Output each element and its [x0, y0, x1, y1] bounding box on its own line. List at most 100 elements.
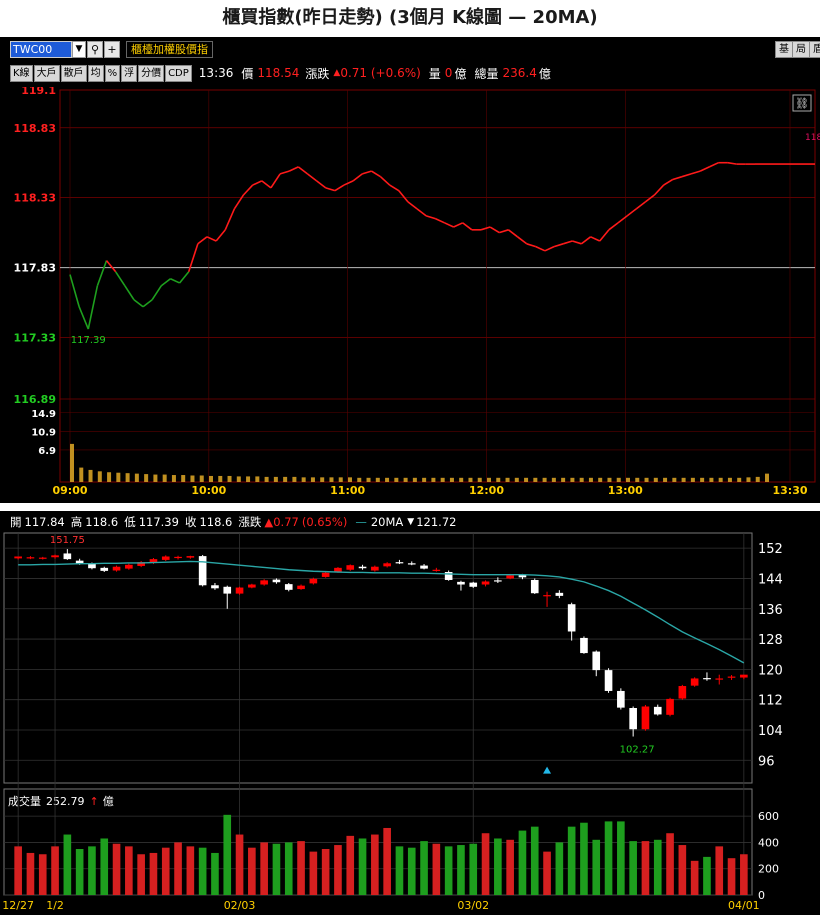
intraday-panel: TWC00 ▼ ⚲ + 櫃檯加權股價指 基 局 盾 K線 大戶 散戶 均 % 浮…	[0, 37, 820, 503]
price-line-segment	[352, 173, 363, 182]
page-title: 櫃買指數(昨日走勢) (3個月 K線圖 — 20MA)	[222, 7, 598, 28]
volume-bar	[672, 477, 677, 482]
candle-body	[666, 698, 674, 715]
mode-toolbar: K線 大戶 散戶 均 % 浮 分價 CDP 13:36 價 118.54 漲跌 …	[10, 63, 551, 83]
retail-button[interactable]: 散戶	[60, 64, 87, 82]
total-label: 總量	[474, 66, 499, 81]
price-line-segment	[708, 161, 719, 168]
candle-body	[690, 678, 699, 686]
low-label: 117.39	[71, 335, 106, 346]
candle-body	[223, 586, 232, 594]
volume-bar	[551, 477, 556, 482]
candle-body	[494, 580, 502, 582]
price-line-segment	[590, 236, 601, 242]
candle-body	[617, 690, 625, 708]
candle-body	[174, 556, 182, 559]
volume-bar	[338, 477, 343, 482]
volume-bar	[171, 475, 176, 482]
intraday-chart: 119.1 118.83 118.33 117.83 117.33 116.89 09:00…	[14, 87, 820, 497]
candle-body	[592, 651, 601, 671]
price-line-segment	[553, 243, 564, 248]
volume-bar	[703, 856, 711, 895]
x-tick-label: 1/2	[46, 899, 64, 912]
price-line-segment	[663, 178, 674, 186]
candle-body	[457, 581, 465, 585]
price-line-segment	[178, 271, 190, 284]
candle-body	[309, 578, 318, 584]
candle-body	[567, 604, 576, 632]
volume-bar	[561, 477, 566, 482]
big-holder-button[interactable]: 大戶	[33, 64, 60, 82]
kline-button[interactable]: K線	[10, 64, 33, 82]
y-tick-label: 117.33	[14, 331, 56, 344]
volume-bar	[107, 472, 112, 482]
layout-button[interactable]: 局	[792, 41, 810, 58]
volume-bar	[727, 858, 736, 895]
candle-body	[371, 566, 379, 571]
candle-body	[715, 678, 724, 680]
percent-button[interactable]: %	[104, 64, 121, 82]
price-line-segment	[653, 184, 665, 196]
volume-bar	[718, 477, 723, 482]
volume-bar	[663, 477, 668, 482]
price-line-segment	[78, 306, 90, 330]
candle-body	[629, 708, 637, 730]
total-value: 236.4	[502, 66, 537, 80]
float-button[interactable]: 浮	[121, 64, 138, 82]
volume-bar	[310, 477, 315, 482]
right-edge-label: 118	[805, 133, 820, 143]
volume-bar	[246, 476, 251, 482]
price-line-segment	[124, 285, 135, 301]
y-tick-label: 119.1	[21, 87, 56, 97]
volume-bar	[681, 477, 686, 482]
cdp-button[interactable]: CDP	[165, 64, 192, 82]
volume-bar	[533, 477, 538, 482]
min-price-label: 102.27	[620, 745, 655, 756]
price-dist-button[interactable]: 分價	[138, 64, 165, 82]
price-line-segment	[242, 184, 254, 196]
shield-button[interactable]: 盾	[809, 41, 820, 58]
candle-body	[506, 575, 514, 579]
candle-body	[678, 686, 687, 699]
price-line-segment	[87, 285, 99, 330]
candle-body	[407, 563, 416, 565]
symbol-input[interactable]: TWC00	[10, 40, 72, 58]
index-name-label: 櫃檯加權股價指	[126, 40, 213, 58]
price-line-segment	[699, 166, 710, 172]
vol-tick-label: 14.9	[31, 409, 56, 420]
candle-body	[395, 562, 404, 564]
volume-bar	[161, 847, 170, 895]
chevron-down-icon[interactable]: ▼	[72, 40, 86, 58]
volume-bar	[236, 476, 241, 482]
basic-button[interactable]: 基	[775, 41, 793, 58]
candle-body	[555, 592, 564, 596]
x-tick-label: 10:00	[191, 484, 226, 497]
y-tick-label: 118.83	[14, 122, 56, 135]
volume-bar	[469, 843, 478, 895]
price-line-segment	[453, 222, 464, 228]
volume-bar	[260, 842, 268, 895]
price-line-segment	[562, 240, 573, 245]
candle-body	[432, 569, 441, 571]
price-line-segment	[133, 299, 144, 308]
volume-bar	[635, 477, 640, 482]
vol-tick-label: 200	[758, 863, 779, 876]
average-button[interactable]: 均	[87, 64, 104, 82]
price-line-segment	[96, 260, 108, 287]
volume-bar	[496, 477, 501, 482]
y-tick-label: 128	[758, 633, 783, 648]
price-line-segment	[644, 194, 656, 203]
link-icon-glyph: ⛓	[795, 97, 809, 110]
price-line-segment	[370, 170, 381, 178]
volume-bar	[112, 843, 121, 895]
candle-body	[112, 566, 121, 571]
total-unit: 億	[538, 66, 551, 81]
price-line-segment	[416, 208, 427, 217]
volume-bar	[477, 477, 482, 482]
price-line-segment	[608, 222, 619, 231]
search-icon[interactable]: ⚲	[87, 40, 103, 58]
volume-bar	[690, 860, 699, 895]
add-icon[interactable]: +	[104, 40, 120, 58]
volume-bar	[407, 847, 416, 895]
volume-bar	[570, 477, 575, 482]
